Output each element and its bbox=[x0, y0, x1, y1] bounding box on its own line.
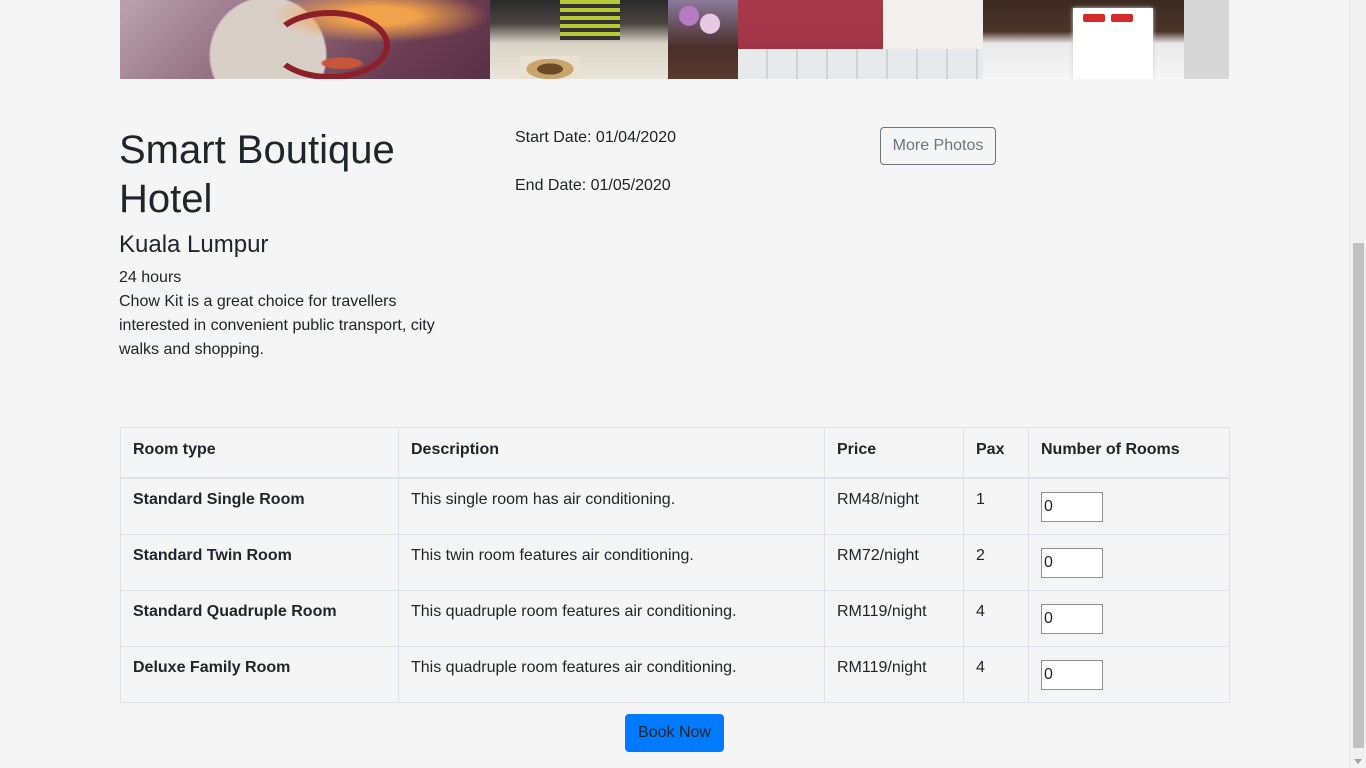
table-row: Standard Twin Room This twin room featur… bbox=[120, 533, 1230, 591]
room-description: This twin room features air conditioning… bbox=[398, 533, 825, 591]
hotel-photo-reception[interactable] bbox=[490, 0, 738, 79]
room-price: RM119/night bbox=[824, 589, 964, 647]
hotel-description: Chow Kit is a great choice for traveller… bbox=[119, 293, 435, 358]
room-price: RM72/night bbox=[824, 533, 964, 591]
room-type: Standard Single Room bbox=[120, 477, 399, 535]
table-row: Standard Quadruple Room This quadruple r… bbox=[120, 589, 1230, 647]
room-quantity-cell bbox=[1028, 645, 1230, 703]
vertical-scrollbar[interactable] bbox=[1349, 0, 1366, 768]
room-quantity-cell bbox=[1028, 533, 1230, 591]
room-pax: 2 bbox=[963, 533, 1029, 591]
room-quantity-cell bbox=[1028, 477, 1230, 535]
room-quantity-input[interactable] bbox=[1041, 659, 1103, 690]
end-date: End Date: 01/05/2020 bbox=[515, 177, 671, 194]
room-pax: 4 bbox=[963, 645, 1029, 703]
room-quantity-input[interactable] bbox=[1041, 491, 1103, 522]
room-type: Deluxe Family Room bbox=[120, 645, 399, 703]
header-price: Price bbox=[824, 427, 964, 479]
room-type: Standard Twin Room bbox=[120, 533, 399, 591]
photo-strip bbox=[120, 0, 1229, 79]
rooms-table: Room type Description Price Pax Number o… bbox=[120, 427, 1230, 703]
room-price: RM48/night bbox=[824, 477, 964, 535]
room-quantity-input[interactable] bbox=[1041, 547, 1103, 578]
table-header-row: Room type Description Price Pax Number o… bbox=[120, 427, 1230, 479]
hotel-photo-hallway[interactable] bbox=[738, 0, 983, 79]
table-row: Standard Single Room This single room ha… bbox=[120, 477, 1230, 535]
room-quantity-input[interactable] bbox=[1041, 603, 1103, 634]
book-now-button[interactable]: Book Now bbox=[625, 714, 724, 752]
header-description: Description bbox=[398, 427, 825, 479]
table-row: Deluxe Family Room This quadruple room f… bbox=[120, 645, 1230, 703]
header-room-type: Room type bbox=[120, 427, 399, 479]
more-photos-button[interactable]: More Photos bbox=[880, 127, 996, 165]
header-number-of-rooms: Number of Rooms bbox=[1028, 427, 1230, 479]
hotel-name: Smart Boutique Hotel bbox=[119, 128, 395, 221]
room-description: This single room has air conditioning. bbox=[398, 477, 825, 535]
hotel-photo-bedroom[interactable] bbox=[983, 0, 1229, 79]
room-description: This quadruple room features air conditi… bbox=[398, 645, 825, 703]
room-quantity-cell bbox=[1028, 589, 1230, 647]
hotel-hours: 24 hours bbox=[119, 269, 182, 286]
room-type: Standard Quadruple Room bbox=[120, 589, 399, 647]
scrollbar-thumb[interactable] bbox=[1353, 243, 1364, 748]
scroll-down-arrow-icon[interactable] bbox=[1354, 759, 1362, 764]
room-pax: 1 bbox=[963, 477, 1029, 535]
start-date: Start Date: 01/04/2020 bbox=[515, 129, 676, 146]
hotel-city: Kuala Lumpur bbox=[119, 231, 269, 258]
hotel-photo-lobby-floor[interactable] bbox=[120, 0, 490, 79]
header-pax: Pax bbox=[963, 427, 1029, 479]
room-description: This quadruple room features air conditi… bbox=[398, 589, 825, 647]
room-pax: 4 bbox=[963, 589, 1029, 647]
room-price: RM119/night bbox=[824, 645, 964, 703]
